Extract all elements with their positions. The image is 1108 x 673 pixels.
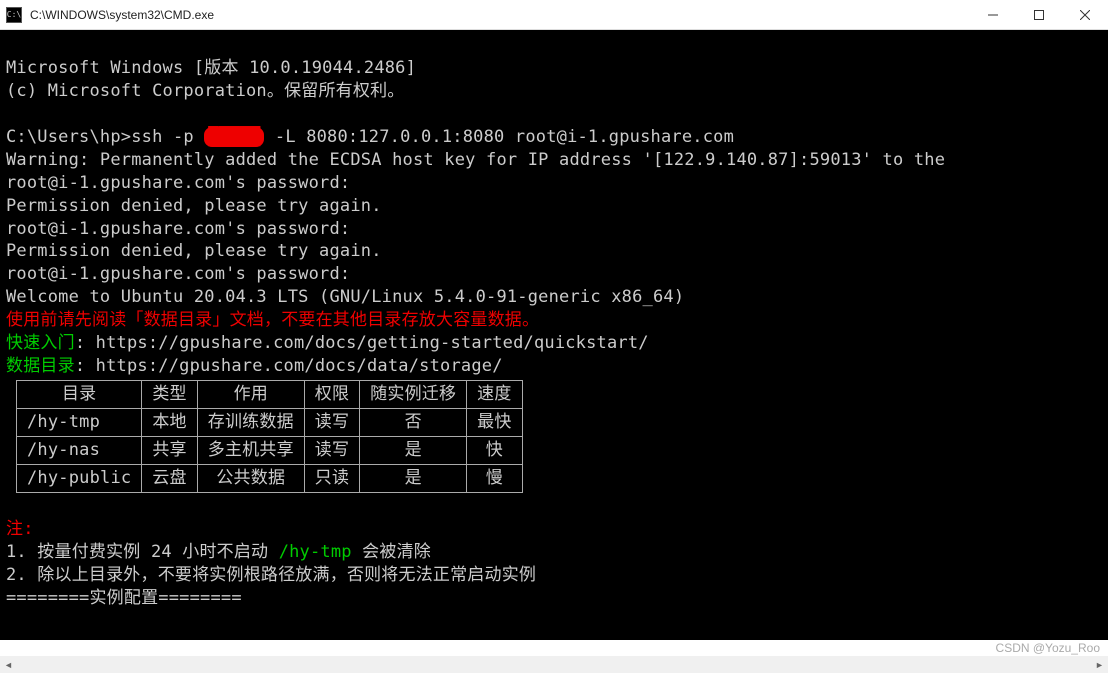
note-2: 2. 除以上目录外，不要将实例根路径放满，否则将无法正常启动实例 — [6, 565, 536, 585]
table-cell: 是 — [360, 464, 467, 492]
config-divider: ========实例配置======== — [6, 588, 242, 608]
welcome-line: Welcome to Ubuntu 20.04.3 LTS (GNU/Linux… — [6, 287, 684, 307]
table-cell: /hy-nas — [17, 436, 142, 464]
quickstart-label: 快速入门 — [6, 333, 75, 353]
table-cell: 最快 — [467, 409, 522, 437]
quickstart-url: : https://gpushare.com/docs/getting-star… — [75, 333, 649, 353]
table-header: 速度 — [467, 381, 522, 409]
table-cell: /hy-public — [17, 464, 142, 492]
ssh-cmd-pre: ssh -p — [131, 127, 204, 147]
password-prompt-2: root@i-1.gpushare.com's password: — [6, 219, 350, 239]
ssh-cmd-post: -L 8080:127.0.0.1:8080 root@i-1.gpushare… — [264, 127, 734, 147]
table-cell: 共享 — [142, 436, 197, 464]
directory-table: 目录类型作用权限随实例迁移速度 /hy-tmp本地存训练数据读写否最快/hy-n… — [16, 380, 523, 493]
ssh-warning: Warning: Permanently added the ECDSA hos… — [6, 150, 945, 170]
maximize-button[interactable] — [1016, 0, 1062, 29]
scroll-left-arrow[interactable]: ◄ — [0, 656, 17, 673]
table-cell: 否 — [360, 409, 467, 437]
table-header: 作用 — [197, 381, 304, 409]
note-1-path: /hy-tmp — [279, 542, 352, 562]
minimize-button[interactable] — [970, 0, 1016, 29]
table-cell: 公共数据 — [197, 464, 304, 492]
table-cell: 慢 — [467, 464, 522, 492]
permission-denied-2: Permission denied, please try again. — [6, 241, 382, 261]
table-header: 随实例迁移 — [360, 381, 467, 409]
password-prompt-3: root@i-1.gpushare.com's password: — [6, 264, 350, 284]
table-cell: 存训练数据 — [197, 409, 304, 437]
table-cell: 本地 — [142, 409, 197, 437]
table-cell: 多主机共享 — [197, 436, 304, 464]
table-cell: 读写 — [304, 436, 359, 464]
table-header: 目录 — [17, 381, 142, 409]
storage-label: 数据目录 — [6, 356, 75, 376]
table-header: 权限 — [304, 381, 359, 409]
table-row: /hy-public云盘公共数据只读是慢 — [17, 464, 523, 492]
censored-port: █████ — [204, 127, 264, 147]
scroll-track[interactable] — [17, 656, 1091, 673]
table-cell: 快 — [467, 436, 522, 464]
password-prompt-1: root@i-1.gpushare.com's password: — [6, 173, 350, 193]
table-row: /hy-tmp本地存训练数据读写否最快 — [17, 409, 523, 437]
table-cell: 是 — [360, 436, 467, 464]
permission-denied-1: Permission denied, please try again. — [6, 196, 382, 216]
watermark: CSDN @Yozu_Roo — [996, 641, 1100, 655]
window-titlebar: C:\ C:\WINDOWS\system32\CMD.exe — [0, 0, 1108, 30]
table-header: 类型 — [142, 381, 197, 409]
table-cell: 只读 — [304, 464, 359, 492]
version-line: Microsoft Windows [版本 10.0.19044.2486] — [6, 58, 416, 78]
storage-url: : https://gpushare.com/docs/data/storage… — [75, 356, 503, 376]
horizontal-scrollbar[interactable]: ◄ ► — [0, 656, 1108, 673]
table-cell: /hy-tmp — [17, 409, 142, 437]
terminal-output[interactable]: Microsoft Windows [版本 10.0.19044.2486] (… — [0, 30, 1108, 640]
table-cell: 读写 — [304, 409, 359, 437]
window-controls — [970, 0, 1108, 29]
prompt: C:\Users\hp> — [6, 127, 131, 147]
copyright-line: (c) Microsoft Corporation。保留所有权利。 — [6, 81, 404, 101]
note-1-post: 会被清除 — [352, 542, 431, 562]
close-button[interactable] — [1062, 0, 1108, 29]
cmd-icon: C:\ — [6, 7, 22, 23]
scroll-right-arrow[interactable]: ► — [1091, 656, 1108, 673]
table-cell: 云盘 — [142, 464, 197, 492]
window-title: C:\WINDOWS\system32\CMD.exe — [30, 8, 970, 22]
notes-header: 注: — [6, 519, 34, 539]
note-1-pre: 1. 按量付费实例 24 小时不启动 — [6, 542, 279, 562]
usage-notice: 使用前请先阅读「数据目录」文档，不要在其他目录存放大容量数据。 — [6, 310, 539, 330]
table-row: /hy-nas共享多主机共享读写是快 — [17, 436, 523, 464]
